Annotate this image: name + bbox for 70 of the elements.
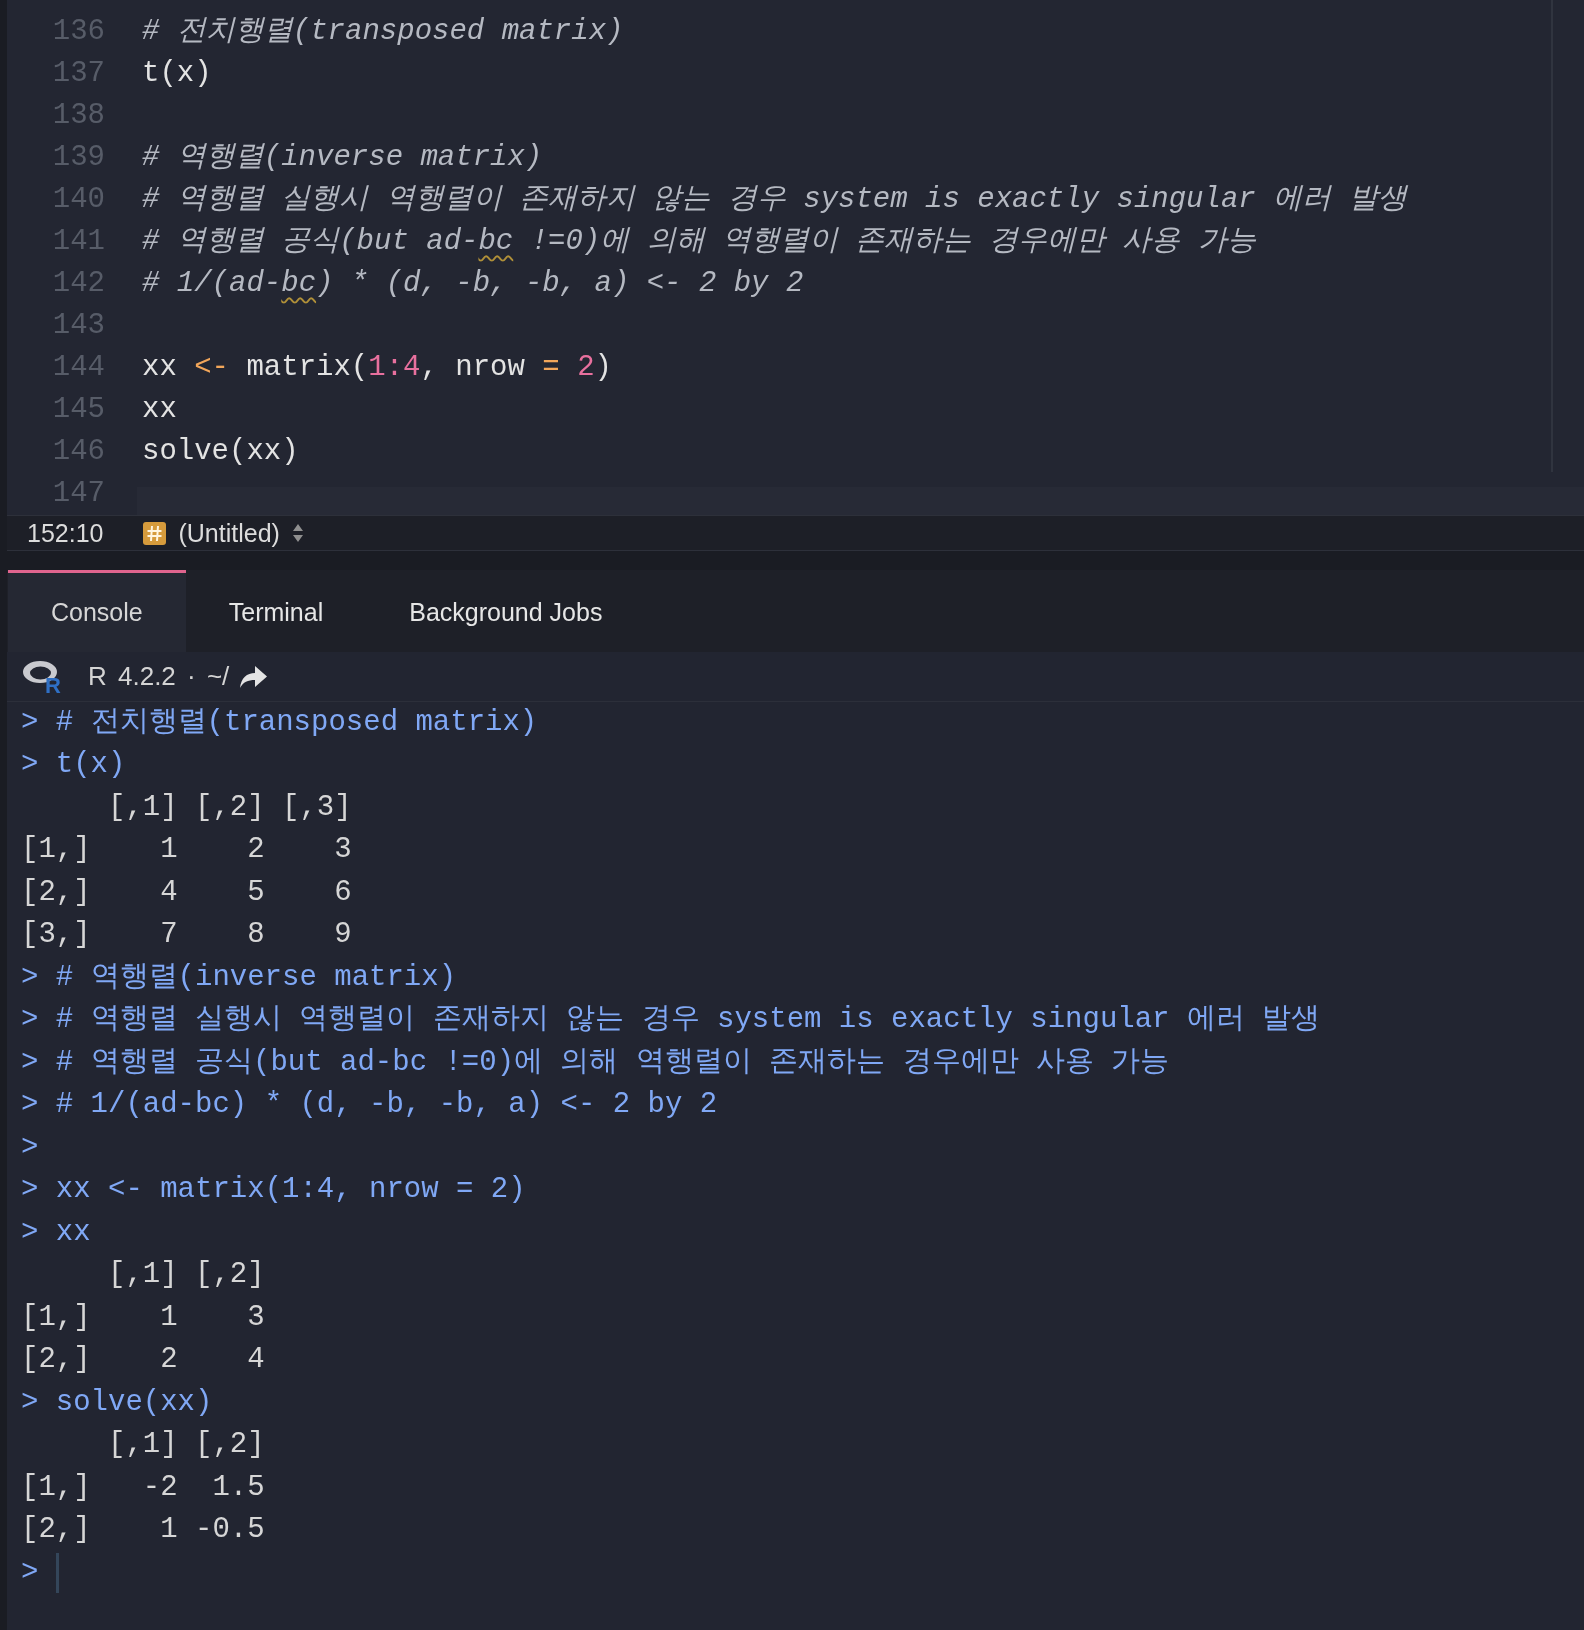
code-line: # 역행렬 실행시 역행렬이 존재하지 않는 경우 system is exactly singular 에러 발생 [142,182,1407,218]
matrix-row-label: [2,] [21,1343,91,1379]
prompt-symbol: > [21,960,39,996]
matrix-value: 6 [334,875,352,911]
prompt-symbol: > [21,1130,39,1166]
console-command: # 역행렬(inverse matrix) [55,960,457,996]
matrix-value: 1.5 [212,1470,265,1506]
matrix-row-label: [2,] [21,1513,91,1549]
console-command: # 역행렬 공식(but ad-bc !=0)에 의해 역행렬이 존재하는 경우에만 사용 가능 [55,1045,1170,1081]
matrix-row-label: [3,] [21,918,91,954]
matrix-column-header: [,3] [282,790,352,826]
code-line: # 역행렬(inverse matrix) [142,140,543,176]
console-command: # 전치행렬(transposed matrix) [55,705,538,741]
matrix-value: -2 [142,1470,178,1506]
matrix-value: 1 [160,1513,178,1549]
hash-icon [143,521,167,545]
matrix-row-label: [1,] [21,833,91,869]
curved-arrow-icon[interactable] [239,665,268,688]
matrix-value: 1 [160,833,178,869]
matrix-value: 9 [334,918,352,954]
matrix-value: 3 [334,833,352,869]
matrix-value: 2 [160,1343,178,1379]
file-type-button[interactable]: (Untitled) [143,518,304,548]
panel-tab[interactable]: Console [8,570,186,652]
cursor-position: 152:10 [27,518,104,548]
prompt-symbol: > [21,1088,39,1124]
console-command: xx <- matrix(1:4, nrow = 2) [55,1173,526,1209]
code-line: # 역행렬 공식(but ad-bc !=0)에 의해 역행렬이 존재하는 경우에만 사용 가능 [142,224,1256,260]
prompt-symbol: > [21,705,39,741]
code-line: xx [142,392,177,428]
code-line: # 1/(ad-bc) * (d, -b, -b, a) <- 2 by 2 [142,266,804,302]
code-line: xx <- matrix(1:4, nrow = 2) [142,350,612,386]
matrix-value: 8 [247,918,265,954]
matrix-value: 3 [247,1300,265,1336]
matrix-column-header: [,1] [108,1258,178,1294]
matrix-row-label: [1,] [21,1300,91,1336]
matrix-column-header: [,2] [195,1428,265,1464]
text-cursor [55,1553,59,1594]
matrix-value: 1 [160,1300,178,1336]
r-version-label: R 4.2.2 · ~/ [88,661,230,692]
console-command: # 1/(ad-bc) * (d, -b, -b, a) <- 2 by 2 [55,1088,718,1124]
matrix-column-header: [,2] [195,1258,265,1294]
matrix-value: 4 [247,1343,265,1379]
matrix-column-header: [,1] [108,790,178,826]
updown-caret-icon [291,523,304,543]
console-command: solve(xx) [55,1385,213,1421]
code-line: t(x) [142,56,212,92]
matrix-value: -0.5 [195,1513,265,1549]
panel-tab[interactable]: Terminal [185,570,367,652]
matrix-value: 4 [160,875,178,911]
prompt-symbol: > [21,1555,39,1591]
matrix-value: 7 [160,918,178,954]
prompt-symbol: > [21,1215,39,1251]
matrix-row-label: [1,] [21,1470,91,1506]
matrix-row-label: [2,] [21,875,91,911]
prompt-symbol: > [21,1045,39,1081]
matrix-value: 2 [247,833,265,869]
panel-tab[interactable]: Background Jobs [366,570,646,652]
prompt-symbol: > [21,1385,39,1421]
prompt-symbol: > [21,1173,39,1209]
matrix-value: 5 [247,875,265,911]
prompt-symbol: > [21,748,39,784]
matrix-column-header: [,1] [108,1428,178,1464]
matrix-column-header: [,2] [195,790,265,826]
console-command: t(x) [55,748,126,784]
console-command: xx [55,1215,91,1251]
code-line: # 전치행렬(transposed matrix) [142,14,624,50]
code-line: solve(xx) [142,434,299,470]
prompt-symbol: > [21,1003,39,1039]
console-command: # 역행렬 실행시 역행렬이 존재하지 않는 경우 system is exactly singular 에러 발생 [55,1003,1321,1039]
